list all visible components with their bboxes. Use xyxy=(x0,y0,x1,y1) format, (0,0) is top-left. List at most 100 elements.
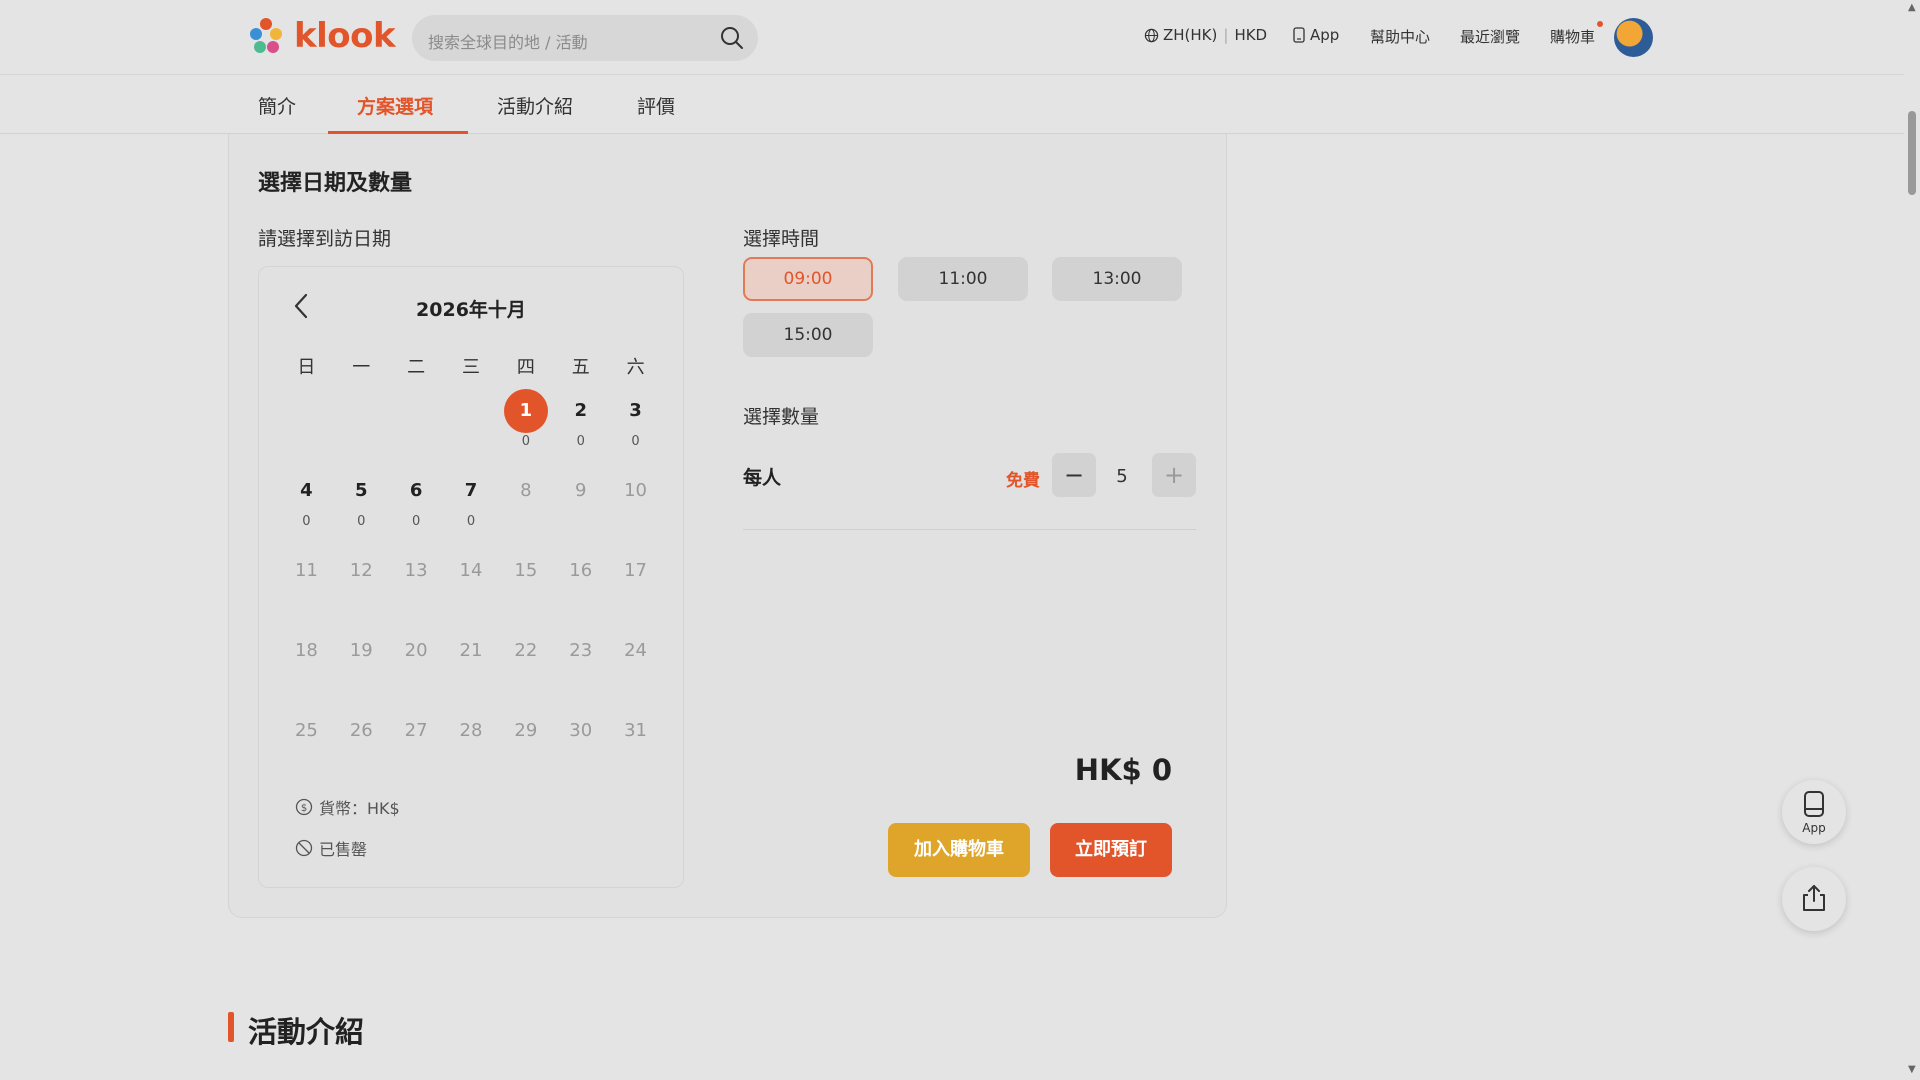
weekday-label: 六 xyxy=(626,357,645,378)
legend-currency: $ 貨幣：HK$ xyxy=(295,795,400,819)
tab-package-options[interactable]: 方案選項 xyxy=(357,92,433,119)
floating-app-label: App xyxy=(1802,821,1826,835)
page-scrollbar[interactable]: ▲ ▼ xyxy=(1904,0,1920,1080)
calendar-day-number: 22 xyxy=(514,640,538,661)
share-icon xyxy=(1803,885,1825,911)
section-tabs: 簡介 方案選項 活動介紹 評價 xyxy=(0,76,1920,134)
search-bar[interactable]: 搜索全球目的地 / 活動 xyxy=(412,15,758,61)
svg-text:$: $ xyxy=(301,803,307,814)
calendar-day[interactable]: 70 xyxy=(444,469,499,549)
app-link[interactable]: App xyxy=(1292,26,1339,44)
free-price-label: 免費 xyxy=(1006,471,1040,491)
cart-notification-dot xyxy=(1597,21,1604,27)
calendar-day-price: 0 xyxy=(466,514,476,529)
weekday-label: 五 xyxy=(571,357,590,378)
time-slot-0900[interactable]: 09:00 xyxy=(743,257,873,301)
tab-overview[interactable]: 簡介 xyxy=(258,92,296,119)
quantity-increase-button[interactable]: + xyxy=(1152,453,1196,497)
recently-viewed-link[interactable]: 最近瀏覽 xyxy=(1460,26,1520,47)
scroll-down-arrow-icon[interactable]: ▼ xyxy=(1908,1064,1916,1075)
calendar-day: 30 xyxy=(553,709,608,789)
divider: | xyxy=(1223,26,1229,44)
calendar-day-number: 2 xyxy=(574,400,587,421)
calendar-day[interactable]: 60 xyxy=(389,469,444,549)
calendar-day[interactable]: 50 xyxy=(334,469,389,549)
calendar-days-grid: 1 0 2 0 3 0 4 0 5 0 6 0 7 0 8 9 10 11 12 13 14 15 16 17 18 19 20 21… xyxy=(279,389,663,789)
calendar: 2026年十月 日 一 二 三 四 五 六 1 0 2 0 3 0 4 0 5 0 6 0 7 0 8 9 10… xyxy=(258,266,684,888)
currency-label: HKD xyxy=(1234,26,1268,44)
calendar-day: 31 xyxy=(608,709,663,789)
calendar-day-number: 3 xyxy=(629,400,642,421)
calendar-day-number: 24 xyxy=(624,640,648,661)
calendar-day: 8 xyxy=(498,469,553,549)
calendar-day: 29 xyxy=(498,709,553,789)
calendar-day-number: 21 xyxy=(459,640,483,661)
calendar-day[interactable]: 20 xyxy=(553,389,608,469)
section-accent-bar xyxy=(228,1012,234,1042)
legend-soldout: 已售罄 xyxy=(295,836,367,860)
calendar-month-title: 2026年十月 xyxy=(416,299,526,321)
calendar-day-number: 28 xyxy=(459,720,483,741)
klook-logo-text: klook xyxy=(294,16,396,56)
help-center-link[interactable]: 幫助中心 xyxy=(1370,26,1430,47)
time-slot-1300[interactable]: 13:00 xyxy=(1052,257,1182,301)
calendar-day[interactable]: 10 xyxy=(498,389,553,469)
date-label: 請選擇到訪日期 xyxy=(258,228,392,250)
klook-logo[interactable]: klook xyxy=(246,16,396,56)
section-title: 選擇日期及數量 xyxy=(258,171,413,196)
calendar-day: 24 xyxy=(608,629,663,709)
calendar-empty-cell xyxy=(389,389,444,469)
calendar-day: 26 xyxy=(334,709,389,789)
calendar-empty-cell xyxy=(279,389,334,469)
calendar-day-price: 0 xyxy=(302,514,311,529)
phone-icon xyxy=(1293,27,1305,43)
prohibited-icon xyxy=(295,839,313,857)
calendar-day: 9 xyxy=(553,469,608,549)
quantity-decrease-button[interactable]: − xyxy=(1052,453,1096,497)
klook-logo-icon xyxy=(250,18,282,53)
calendar-day-number: 23 xyxy=(569,640,593,661)
weekday-label: 三 xyxy=(461,357,480,378)
language-label: ZH(HK) xyxy=(1163,26,1218,44)
floating-share-button[interactable] xyxy=(1782,867,1846,931)
time-slot-1500[interactable]: 15:00 xyxy=(743,313,873,357)
cart-link[interactable]: 購物車 xyxy=(1550,21,1604,47)
search-icon[interactable] xyxy=(720,26,744,50)
book-now-button[interactable]: 立即預訂 xyxy=(1050,823,1172,877)
scroll-up-arrow-icon[interactable]: ▲ xyxy=(1908,2,1916,13)
tab-activity-intro[interactable]: 活動介紹 xyxy=(497,92,573,119)
calendar-empty-cell xyxy=(444,389,499,469)
quantity-value: 5 xyxy=(1116,466,1128,487)
weekday-label: 二 xyxy=(407,357,426,378)
total-price: HK$ 0 xyxy=(1074,753,1172,787)
calendar-day: 12 xyxy=(334,549,389,629)
top-navbar: klook 搜索全球目的地 / 活動 ZH(HK) | HKD App 幫助中心… xyxy=(0,0,1920,75)
calendar-day[interactable]: 40 xyxy=(279,469,334,549)
calendar-day: 19 xyxy=(334,629,389,709)
calendar-day: 10 xyxy=(608,469,663,549)
calendar-day-price: 0 xyxy=(631,434,640,449)
search-input[interactable]: 搜索全球目的地 / 活動 xyxy=(428,29,588,53)
calendar-weekdays: 日 一 二 三 四 五 六 xyxy=(279,353,663,379)
calendar-day-number: 31 xyxy=(624,720,648,741)
calendar-day-number: 10 xyxy=(624,480,648,501)
legend-soldout-label: 已售罄 xyxy=(319,840,368,859)
calendar-day[interactable]: 30 xyxy=(608,389,663,469)
phone-icon xyxy=(1804,791,1824,817)
legend-currency-label: 貨幣：HK$ xyxy=(319,799,400,818)
calendar-day-number: 20 xyxy=(404,640,428,661)
calendar-day-number: 8 xyxy=(520,480,532,501)
calendar-day-price: 0 xyxy=(357,514,366,529)
calendar-day: 14 xyxy=(444,549,499,629)
time-label: 選擇時間 xyxy=(743,228,820,250)
calendar-day: 15 xyxy=(498,549,553,629)
avatar[interactable] xyxy=(1614,18,1653,57)
calendar-day: 13 xyxy=(389,549,444,629)
floating-app-button[interactable]: App xyxy=(1782,780,1846,844)
tab-reviews[interactable]: 評價 xyxy=(637,92,675,119)
add-to-cart-button[interactable]: 加入購物車 xyxy=(888,823,1030,877)
scrollbar-thumb[interactable] xyxy=(1908,111,1916,195)
globe-icon xyxy=(1144,28,1159,42)
time-slot-1100[interactable]: 11:00 xyxy=(898,257,1028,301)
language-currency-selector[interactable]: ZH(HK) | HKD xyxy=(1144,26,1267,44)
